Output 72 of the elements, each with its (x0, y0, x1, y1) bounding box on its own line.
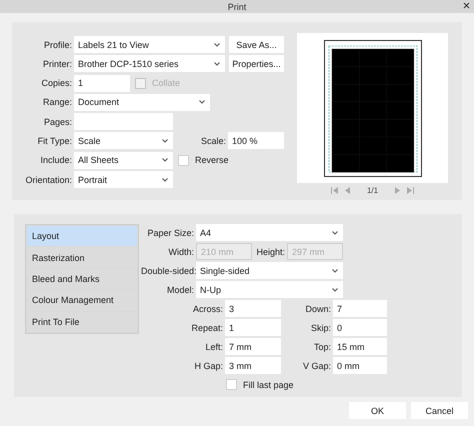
range-dropdown[interactable]: Document (74, 94, 210, 111)
last-page-icon[interactable] (407, 187, 414, 194)
properties-button[interactable]: Properties... (229, 55, 284, 72)
first-page-icon[interactable] (330, 187, 338, 194)
number-field[interactable]: 3 mm (225, 357, 281, 374)
caret-icon (162, 178, 168, 182)
number-field[interactable]: 1 (225, 319, 281, 336)
field-label: Left: (204, 342, 223, 352)
checkbox[interactable] (178, 154, 189, 166)
next-page-icon[interactable] (394, 187, 402, 194)
field-label: Paper Size: (146, 228, 194, 238)
number-field[interactable]: 7 mm (225, 338, 281, 355)
field-label: Height: (255, 246, 285, 256)
field-label: V Gap: (302, 360, 331, 370)
copies-field[interactable]: 1 (74, 74, 130, 92)
field-label: Copies: (40, 78, 72, 88)
field-label: Width: (167, 246, 194, 256)
fit-type-dropdown[interactable]: Scale (74, 132, 173, 150)
field-label: Orientation: (24, 174, 72, 185)
field-label: Repeat: (190, 322, 223, 332)
section-item[interactable]: Layout (27, 226, 137, 246)
field-label: Double-sided: (141, 266, 194, 276)
field-label: Across: (192, 304, 223, 314)
field-label: Model: (166, 284, 194, 294)
field-label: Scale: (200, 136, 226, 146)
orientation-dropdown[interactable]: Portrait (74, 171, 173, 188)
field-label: Pages: (42, 116, 72, 127)
caret-icon (332, 268, 338, 272)
caret-icon (162, 158, 168, 162)
model-dropdown[interactable]: N-Up (196, 281, 343, 298)
caret-icon (332, 230, 338, 234)
field-label: H Gap: (193, 360, 223, 370)
caret-icon (162, 138, 168, 143)
number-field[interactable]: 7 (333, 300, 387, 317)
page-indicator: 1/1 (366, 186, 378, 195)
caret-icon (214, 62, 220, 66)
field-label: Include: (39, 155, 72, 166)
checkbox[interactable] (226, 379, 237, 390)
caret-icon (332, 288, 338, 292)
pages-field[interactable] (74, 113, 173, 130)
field-label: Printer: (42, 58, 72, 69)
scale-field[interactable]: 100 % (228, 132, 284, 150)
paper-size-dropdown[interactable]: A4 (196, 224, 343, 241)
section-item[interactable]: Colour Management (27, 290, 137, 311)
field-label: Skip: (310, 322, 331, 332)
include-dropdown[interactable]: All Sheets (74, 152, 173, 169)
previous-page-icon[interactable] (344, 187, 351, 194)
field-label: Range: (42, 97, 72, 108)
section-item[interactable]: Print To File (27, 312, 137, 332)
section-item[interactable]: Rasterization (27, 247, 137, 268)
field-label: Down: (304, 304, 331, 314)
close-icon[interactable] (463, 2, 470, 9)
field-label: Fit Type: (36, 136, 72, 146)
checkbox-label: Collate (152, 78, 180, 88)
dialog-button[interactable]: Cancel (411, 402, 468, 419)
caret-icon (199, 100, 205, 104)
printer-dropdown[interactable]: Brother DCP-1510 series (74, 55, 225, 72)
window-title: Print (228, 2, 246, 12)
double-sided-dropdown[interactable]: Single-sided (196, 262, 343, 279)
caret-icon (214, 42, 220, 46)
profile-dropdown[interactable]: Labels 21 to View (74, 36, 225, 53)
checkbox-label: Reverse (195, 155, 229, 166)
number-field[interactable]: 15 mm (333, 338, 387, 355)
save-as-button[interactable]: Save As... (229, 36, 284, 53)
field-label: Top: (312, 342, 331, 352)
field-label: Profile: (42, 40, 72, 50)
checkbox-label: Fill last page (243, 380, 294, 390)
number-field[interactable]: 3 (225, 300, 281, 317)
dialog-button[interactable]: OK (349, 402, 406, 419)
section-item[interactable]: Bleed and Marks (27, 268, 137, 290)
number-field[interactable]: 0 mm (333, 357, 387, 374)
number-field[interactable]: 0 (333, 319, 387, 336)
